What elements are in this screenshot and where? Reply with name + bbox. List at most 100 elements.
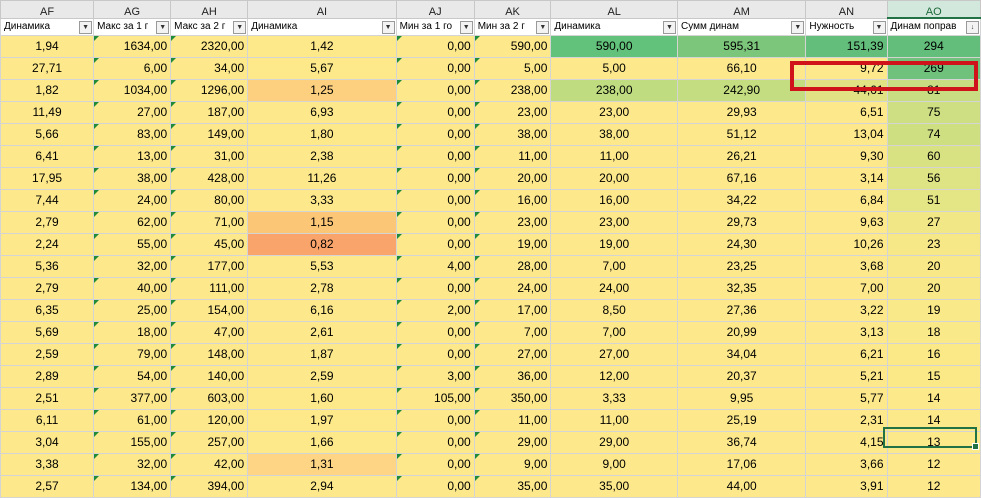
cell-ai[interactable]: 1,31 — [247, 453, 397, 476]
cell-al[interactable]: 3,33 — [550, 387, 678, 410]
cell-aj[interactable]: 0,00 — [395, 101, 475, 124]
cell-ai[interactable]: 2,59 — [247, 365, 397, 388]
cell-ak[interactable]: 9,00 — [473, 453, 552, 476]
cell-af[interactable]: 7,44 — [0, 189, 95, 212]
cell-ai[interactable]: 6,16 — [247, 299, 397, 322]
cell-ai[interactable]: 6,93 — [247, 101, 397, 124]
dropdown-arrow-icon[interactable]: ▼ — [156, 20, 170, 34]
cell-ah[interactable]: 603,00 — [170, 387, 249, 410]
cell-am[interactable]: 26,21 — [676, 145, 807, 168]
cell-ag[interactable]: 6,00 — [93, 57, 172, 80]
cell-ak[interactable]: 23,00 — [473, 101, 552, 124]
cell-am[interactable]: 25,19 — [676, 409, 807, 432]
dropdown-arrow-icon[interactable]: ▼ — [791, 20, 805, 34]
cell-al[interactable]: 7,00 — [550, 321, 678, 344]
spreadsheet-grid[interactable]: AF AG AH AI AJ AK AL AM AN AO Динамика ▼ Макс за 1 г… — [0, 0, 981, 498]
cell-am[interactable]: 29,93 — [676, 101, 807, 124]
cell-ao[interactable]: 74 — [886, 123, 981, 146]
cell-am[interactable]: 9,95 — [676, 387, 807, 410]
cell-ah[interactable]: 42,00 — [170, 453, 249, 476]
cell-an[interactable]: 6,84 — [805, 189, 888, 212]
cell-af[interactable]: 5,66 — [0, 123, 95, 146]
cell-ag[interactable]: 1034,00 — [93, 79, 172, 102]
cell-am[interactable]: 36,74 — [676, 431, 807, 454]
cell-ah[interactable]: 177,00 — [170, 255, 249, 278]
cell-ak[interactable]: 5,00 — [473, 57, 552, 80]
cell-aj[interactable]: 0,00 — [395, 167, 475, 190]
cell-ak[interactable]: 350,00 — [473, 387, 552, 410]
cell-ao[interactable]: 269 — [886, 57, 981, 80]
column-header-ah[interactable]: AH — [170, 0, 249, 19]
cell-ak[interactable]: 590,00 — [473, 35, 552, 58]
cell-aj[interactable]: 0,00 — [395, 189, 475, 212]
cell-an[interactable]: 3,22 — [805, 299, 888, 322]
cell-af[interactable]: 2,57 — [0, 475, 95, 498]
cell-an[interactable]: 151,39 — [805, 35, 888, 58]
cell-ah[interactable]: 47,00 — [170, 321, 249, 344]
dropdown-arrow-icon[interactable]: ▼ — [459, 20, 473, 34]
sheet-table[interactable]: AF AG AH AI AJ AK AL AM AN AO Динамика ▼ Макс за 1 г… — [0, 0, 981, 498]
cell-aj[interactable]: 0,00 — [395, 145, 475, 168]
cell-af[interactable]: 2,89 — [0, 365, 95, 388]
dropdown-arrow-icon[interactable]: ▼ — [381, 20, 395, 34]
cell-ao[interactable]: 60 — [886, 145, 981, 168]
cell-aj[interactable]: 0,00 — [395, 409, 475, 432]
dropdown-arrow-icon[interactable]: ▼ — [79, 20, 93, 34]
cell-am[interactable]: 29,73 — [676, 211, 807, 234]
cell-ah[interactable]: 154,00 — [170, 299, 249, 322]
cell-am[interactable]: 34,04 — [676, 343, 807, 366]
cell-ao[interactable]: 20 — [886, 255, 981, 278]
cell-af[interactable]: 1,94 — [0, 35, 95, 58]
cell-ak[interactable]: 29,00 — [473, 431, 552, 454]
cell-ah[interactable]: 71,00 — [170, 211, 249, 234]
cell-ak[interactable]: 16,00 — [473, 189, 552, 212]
cell-al[interactable]: 35,00 — [550, 475, 678, 498]
cell-al[interactable]: 23,00 — [550, 211, 678, 234]
cell-an[interactable]: 6,51 — [805, 101, 888, 124]
cell-ah[interactable]: 2320,00 — [170, 35, 249, 58]
cell-ah[interactable]: 31,00 — [170, 145, 249, 168]
cell-ai[interactable]: 2,38 — [247, 145, 397, 168]
cell-ai[interactable]: 2,94 — [247, 475, 397, 498]
cell-af[interactable]: 2,79 — [0, 277, 95, 300]
cell-ah[interactable]: 148,00 — [170, 343, 249, 366]
cell-am[interactable]: 23,25 — [676, 255, 807, 278]
cell-an[interactable]: 6,21 — [805, 343, 888, 366]
cell-ag[interactable]: 13,00 — [93, 145, 172, 168]
cell-al[interactable]: 12,00 — [550, 365, 678, 388]
column-header-al[interactable]: AL — [550, 0, 678, 19]
cell-ag[interactable]: 18,00 — [93, 321, 172, 344]
cell-an[interactable]: 5,77 — [805, 387, 888, 410]
cell-ak[interactable]: 23,00 — [473, 211, 552, 234]
cell-ak[interactable]: 19,00 — [473, 233, 552, 256]
cell-af[interactable]: 3,38 — [0, 453, 95, 476]
cell-af[interactable]: 2,59 — [0, 343, 95, 366]
cell-ai[interactable]: 1,42 — [247, 35, 397, 58]
cell-ah[interactable]: 257,00 — [170, 431, 249, 454]
cell-ak[interactable]: 11,00 — [473, 145, 552, 168]
cell-an[interactable]: 2,31 — [805, 409, 888, 432]
cell-af[interactable]: 2,24 — [0, 233, 95, 256]
cell-an[interactable]: 10,26 — [805, 233, 888, 256]
cell-aj[interactable]: 0,00 — [395, 343, 475, 366]
cell-ah[interactable]: 428,00 — [170, 167, 249, 190]
cell-ah[interactable]: 149,00 — [170, 123, 249, 146]
cell-aj[interactable]: 0,00 — [395, 123, 475, 146]
cell-af[interactable]: 2,51 — [0, 387, 95, 410]
cell-ag[interactable]: 27,00 — [93, 101, 172, 124]
cell-aj[interactable]: 0,00 — [395, 321, 475, 344]
cell-ah[interactable]: 111,00 — [170, 277, 249, 300]
cell-am[interactable]: 242,90 — [676, 79, 807, 102]
cell-af[interactable]: 11,49 — [0, 101, 95, 124]
cell-ao[interactable]: 81 — [886, 79, 981, 102]
column-header-af[interactable]: AF — [0, 0, 95, 19]
cell-ag[interactable]: 54,00 — [93, 365, 172, 388]
cell-ak[interactable]: 28,00 — [473, 255, 552, 278]
cell-aj[interactable]: 0,00 — [395, 79, 475, 102]
cell-am[interactable]: 32,35 — [676, 277, 807, 300]
cell-ai[interactable]: 1,66 — [247, 431, 397, 454]
cell-am[interactable]: 20,37 — [676, 365, 807, 388]
cell-ao[interactable]: 56 — [886, 167, 981, 190]
cell-af[interactable]: 6,41 — [0, 145, 95, 168]
cell-al[interactable]: 8,50 — [550, 299, 678, 322]
